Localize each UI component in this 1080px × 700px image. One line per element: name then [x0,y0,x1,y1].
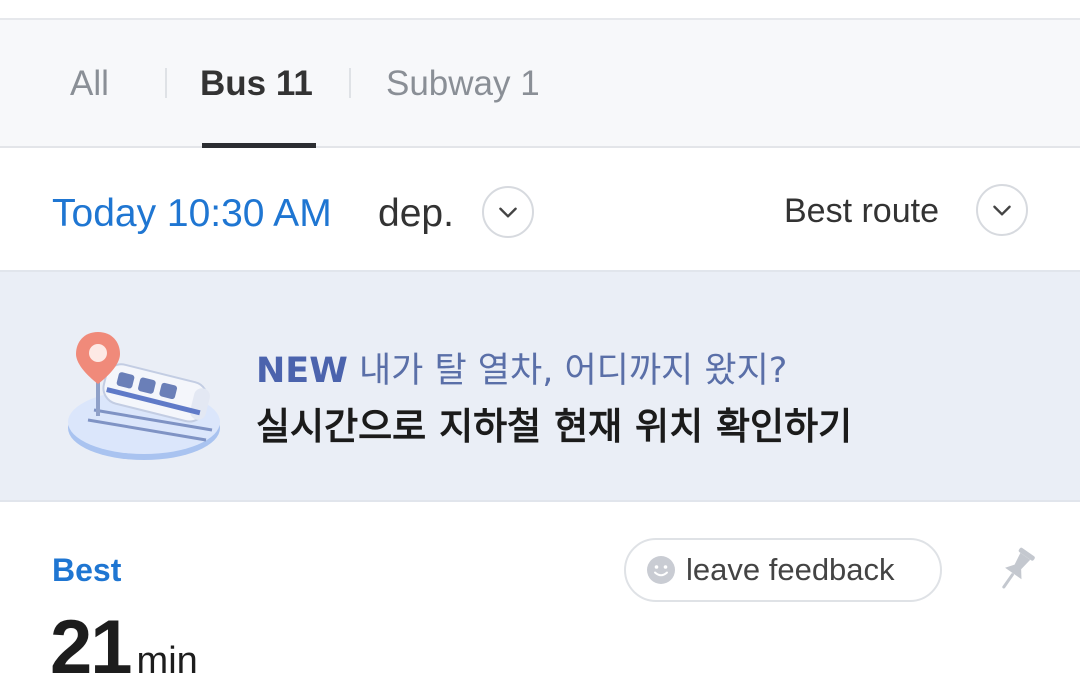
route-duration: 21 min [50,604,198,691]
sort-dropdown-button[interactable] [976,184,1028,236]
duration-unit: min [136,640,198,682]
best-route-tag: Best [52,552,122,588]
transit-tabs: All Bus 11 Subway 1 [0,20,1080,148]
tab-bus[interactable]: Bus 11 [200,20,313,148]
top-bar [0,0,1080,20]
banner-title: 실시간으로 지하철 현재 위치 확인하기 [256,405,853,448]
feedback-label: leave feedback [686,552,895,587]
departure-time[interactable]: Today 10:30 AM [52,192,332,236]
tab-divider [165,68,167,98]
banner-headline: NEW 내가 탈 열차, 어디까지 왔지? [256,342,787,393]
duration-value: 21 [50,605,133,690]
tab-subway[interactable]: Subway 1 [386,20,540,148]
departure-time-dropdown-button[interactable] [482,186,534,238]
sort-label[interactable]: Best route [784,192,939,231]
live-subway-banner[interactable]: NEW 내가 탈 열차, 어디까지 왔지? 실시간으로 지하철 현재 위치 확인… [0,270,1080,502]
banner-question: 내가 탈 열차, 어디까지 왔지? [358,351,788,391]
chevron-down-icon [993,205,1011,216]
tab-divider [349,68,351,98]
chevron-down-icon [499,207,517,218]
departure-row: Today 10:30 AM dep. Best route [0,150,1080,270]
smile-icon [647,556,675,584]
departure-suffix: dep. [378,192,454,235]
leave-feedback-button[interactable]: leave feedback [624,538,942,602]
train-map-pin-icon [68,332,220,460]
pin-icon[interactable] [994,546,1036,596]
route-card[interactable]: Best leave feedback 21 min [0,502,1080,700]
active-tab-indicator [202,143,316,148]
tab-all[interactable]: All [70,20,109,148]
new-badge: NEW [256,351,348,391]
